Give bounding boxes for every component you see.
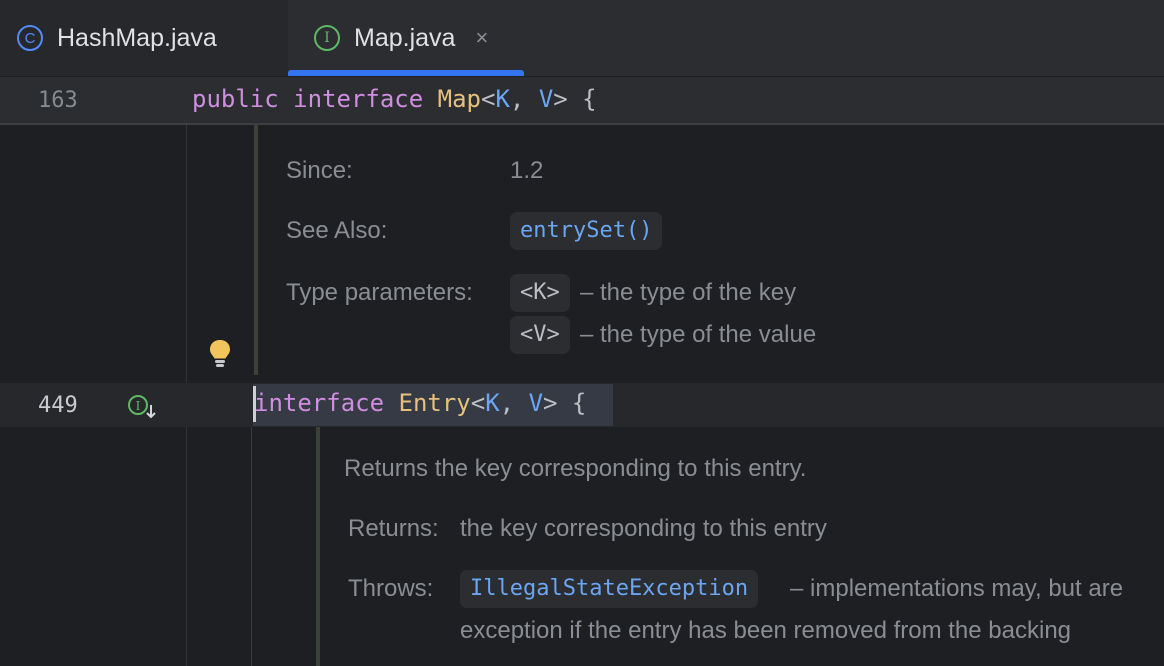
type-param-k: K [485, 389, 500, 417]
open-brace: { [557, 389, 587, 417]
type-name: Map [437, 85, 482, 113]
close-icon[interactable]: × [475, 25, 488, 51]
text-caret [253, 386, 256, 422]
type-param-k: K [495, 85, 510, 113]
type-name: Entry [398, 389, 471, 417]
returns-label: Returns: [348, 515, 439, 542]
implemented-interface-icon[interactable]: I [126, 394, 162, 420]
angle-open: < [470, 389, 486, 417]
code-editor[interactable]: 163 public interface Map<K, V> { Since: … [0, 77, 1164, 666]
type-parameters-label: Type parameters: [286, 279, 473, 306]
type-param-v: V [528, 389, 544, 417]
tab-label: Map.java [354, 23, 456, 52]
line-number: 163 [38, 88, 78, 113]
doc-comment-bar [316, 427, 320, 666]
sticky-header-line[interactable]: 163 public interface Map<K, V> { [0, 77, 1164, 125]
since-value: 1.2 [510, 157, 544, 184]
see-also-label: See Also: [286, 217, 388, 244]
type-param-v-chip: <V> [510, 316, 570, 354]
tab-hashmap-java[interactable]: C HashMap.java [0, 0, 288, 76]
editor-tab-bar: C HashMap.java I Map.java × [0, 0, 1164, 77]
lightbulb-icon[interactable] [208, 338, 232, 370]
tab-map-java[interactable]: I Map.java × [288, 0, 524, 76]
class-icon: C [17, 25, 43, 51]
indent-guide [251, 427, 252, 666]
throws-desc-continued: exception if the entry has been removed … [460, 617, 1072, 644]
keyword-public: public [192, 85, 279, 113]
comma: , [499, 389, 529, 417]
interface-icon: I [314, 25, 340, 51]
returns-value: the key corresponding to this entry [460, 515, 827, 542]
type-param-k-chip: <K> [510, 274, 570, 312]
angle-close: > [553, 85, 568, 113]
type-param-k-desc: – the type of the key [580, 279, 797, 306]
angle-open: < [481, 85, 496, 113]
exception-link[interactable]: IllegalStateException [460, 570, 759, 608]
tab-label: HashMap.java [57, 23, 217, 52]
type-param-v-desc: – the type of the value [580, 321, 817, 348]
type-param-v: V [538, 85, 554, 113]
throws-desc: – implementations may, but are [790, 575, 1124, 602]
line-number: 449 [38, 393, 78, 418]
entry-declaration: interface Entry<K, V> { [254, 389, 586, 417]
keyword-interface: interface [254, 389, 385, 417]
sticky-code: public interface Map<K, V> { [192, 85, 597, 113]
active-tab-indicator [288, 70, 524, 76]
since-label: Since: [286, 157, 353, 184]
svg-text:I: I [136, 399, 141, 413]
keyword-interface: interface [293, 85, 424, 113]
throws-label: Throws: [348, 575, 434, 602]
see-also-link[interactable]: entrySet() [510, 212, 663, 250]
open-brace: { [567, 85, 597, 113]
angle-close: > [543, 389, 558, 417]
doc-comment-bar [254, 125, 258, 375]
doc-summary: Returns the key corresponding to this en… [344, 455, 807, 482]
comma: , [509, 85, 539, 113]
